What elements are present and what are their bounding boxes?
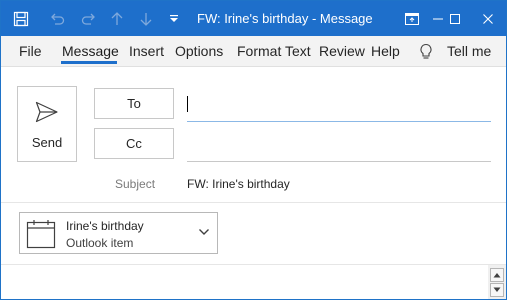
customize-toolbar-icon[interactable] (164, 9, 184, 29)
tab-format-text[interactable]: Format Text (237, 43, 311, 59)
tab-help[interactable]: Help (371, 43, 400, 59)
attachment-item[interactable]: Irine's birthday Outlook item (19, 212, 218, 254)
cc-field[interactable] (187, 128, 491, 162)
vertical-scrollbar[interactable] (488, 265, 506, 299)
attachment-type: Outlook item (66, 236, 134, 250)
text-cursor (187, 96, 188, 112)
attachment-name: Irine's birthday (66, 219, 144, 233)
send-button[interactable]: Send (17, 86, 77, 162)
chevron-down-icon[interactable] (198, 227, 210, 237)
up-arrow-icon[interactable] (107, 9, 127, 29)
save-icon[interactable] (11, 9, 31, 29)
redo-icon[interactable] (79, 9, 99, 29)
send-label: Send (31, 135, 63, 150)
active-tab-indicator (61, 61, 117, 64)
maximize-icon[interactable] (438, 1, 472, 36)
tab-options[interactable]: Options (175, 43, 223, 59)
subject-field[interactable]: FW: Irine's birthday (187, 177, 290, 191)
tab-review[interactable]: Review (319, 43, 365, 59)
header-divider (1, 202, 506, 203)
ribbon-tabs: File Message Insert Options Format Text … (1, 36, 506, 67)
scroll-down-icon[interactable] (490, 283, 504, 297)
tab-message[interactable]: Message (62, 43, 119, 59)
to-field[interactable] (187, 88, 491, 122)
lightbulb-icon[interactable] (419, 43, 433, 66)
tell-me-search[interactable]: Tell me (447, 43, 491, 59)
down-arrow-icon[interactable] (136, 9, 156, 29)
window-title: FW: Irine's birthday - Message (197, 11, 373, 26)
tab-file[interactable]: File (19, 43, 42, 59)
close-icon[interactable] (471, 1, 505, 36)
title-bar: FW: Irine's birthday - Message (1, 1, 506, 36)
subject-label: Subject (115, 177, 156, 191)
to-button[interactable]: To (94, 88, 174, 119)
calendar-icon (26, 220, 56, 249)
undo-icon[interactable] (47, 9, 67, 29)
cc-button[interactable]: Cc (94, 128, 174, 159)
tab-insert[interactable]: Insert (129, 43, 164, 59)
scroll-up-icon[interactable] (490, 268, 504, 282)
message-body[interactable] (1, 265, 488, 299)
send-icon (35, 101, 58, 123)
message-window: FW: Irine's birthday - Message File Mess… (0, 0, 507, 300)
